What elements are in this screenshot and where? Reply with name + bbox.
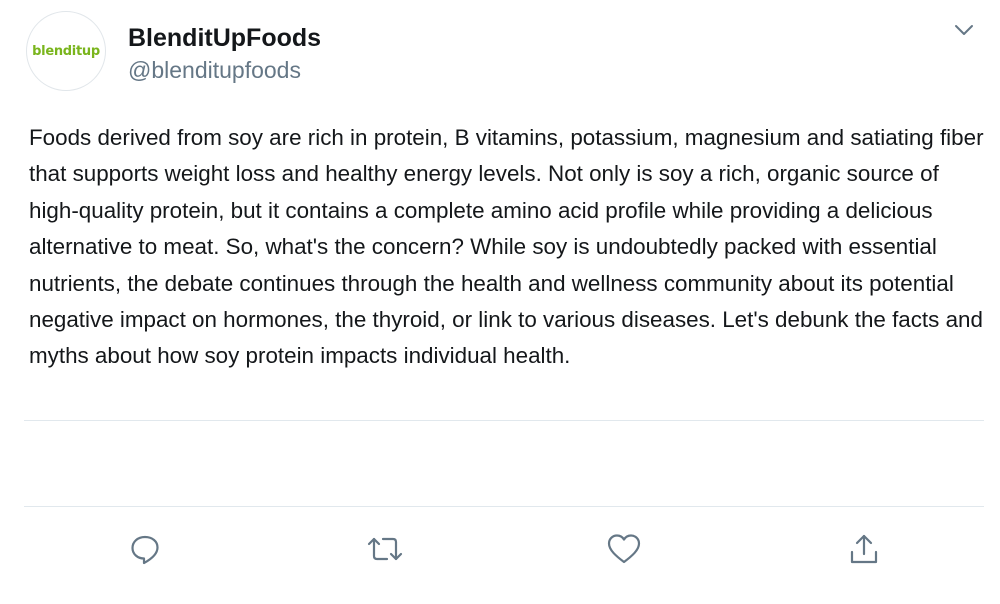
tweet-card: blenditup BlenditUpFoods @blenditupfoods… — [0, 0, 1000, 604]
retweet-icon — [366, 532, 404, 566]
like-button[interactable] — [605, 530, 643, 568]
heart-icon — [606, 532, 642, 566]
author-display-name[interactable]: BlenditUpFoods — [128, 24, 321, 53]
tweet-text: Foods derived from soy are rich in prote… — [29, 125, 984, 369]
avatar-logo-text: blenditup — [32, 43, 100, 59]
reply-button[interactable] — [126, 530, 164, 568]
divider — [24, 506, 984, 507]
author-handle[interactable]: @blenditupfoods — [128, 57, 301, 84]
retweet-button[interactable] — [366, 530, 404, 568]
share-button[interactable] — [845, 530, 883, 568]
avatar[interactable]: blenditup — [26, 11, 106, 91]
divider — [24, 420, 984, 421]
reply-icon — [128, 532, 162, 566]
share-icon — [847, 532, 881, 566]
chevron-down-icon[interactable] — [952, 20, 976, 40]
